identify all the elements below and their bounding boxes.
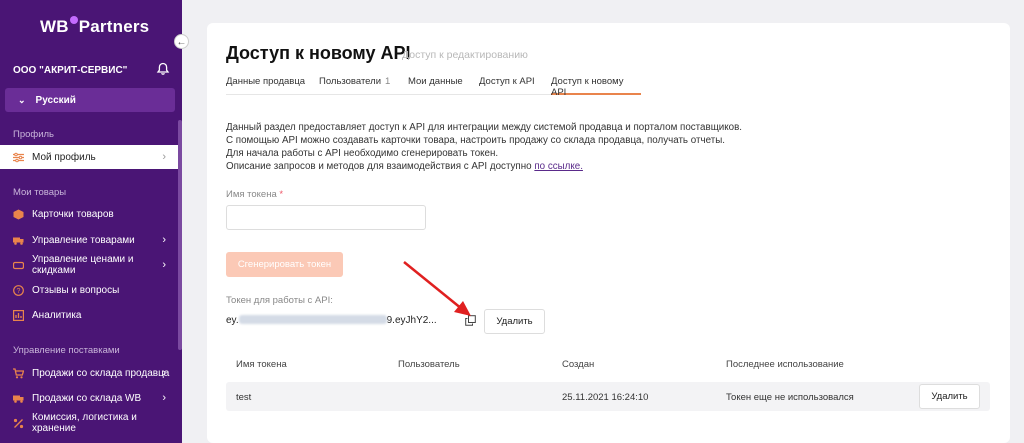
arrow-left-icon: ← [176,37,187,48]
token-blur [238,315,387,324]
copy-icon[interactable] [465,315,476,326]
sidebar-item-goods-management[interactable]: Управление товарами › [0,228,178,252]
col-user: Пользователь [398,359,460,370]
section-goods: Мои товары [13,187,67,198]
description: Данный раздел предоставляет доступ к API… [226,122,743,172]
sidebar-item-analytics[interactable]: Аналитика [0,303,178,327]
col-created: Создан [562,359,595,370]
generate-token-button[interactable]: Сгенерировать токен [226,252,343,277]
chevron-right-icon: › [162,258,166,271]
chevron-down-icon: ⌄ [18,95,26,105]
token-value: ey. 9.eyJhY2... [226,315,437,326]
sidebar-scrollbar[interactable] [178,120,182,350]
chevron-right-icon: › [162,392,166,404]
svg-text:?: ? [17,288,21,295]
table-row: test 25.11.2021 16:24:10 Токен еще не ис… [226,382,990,411]
chart-icon [13,309,24,321]
logo[interactable]: WB Partners [40,16,149,37]
collapse-sidebar-button[interactable]: ← [174,34,189,49]
language-select[interactable]: ⌄ Русский [5,88,175,112]
chevron-right-icon: › [162,367,166,379]
delete-row-button[interactable]: Удалить [919,384,980,409]
truck-icon [13,395,24,403]
chevron-right-icon: › [162,151,166,163]
box-icon [13,209,24,219]
cell-token-name: test [236,392,252,403]
tab-new-api-access[interactable]: Доступ к новому API [551,76,641,98]
token-label: Токен для работы с API: [226,295,333,306]
col-token-name: Имя токена [236,359,287,370]
sidebar-item-prices[interactable]: Управление ценами и скидками › [0,251,178,279]
tab-my-data[interactable]: Мои данные [408,76,463,95]
sidebar: WB Partners ООО "АКРИТ-СЕРВИС" ⌄ Русский П… [0,0,182,443]
sidebar-item-commission[interactable]: Комиссия, логистика и хранение [0,409,178,437]
sidebar-item-seller-sales[interactable]: Продажи со склада продавца › [0,361,178,385]
percent-icon [13,418,24,428]
chevron-right-icon: › [162,234,166,246]
cell-created: 25.11.2021 16:24:10 [562,392,649,403]
cart-icon [13,367,24,378]
sliders-icon [13,152,24,162]
tabs: Данные продавца Пользователи 1 Мои данные… [226,74,641,98]
delete-token-button[interactable]: Удалить [484,309,545,334]
section-supply: Управление поставками [13,345,120,356]
company-name: ООО "АКРИТ-СЕРВИС" [13,65,128,76]
main-card: Доступ к новому API Доступ к редактирова… [207,23,1010,443]
section-profile: Профиль [13,129,55,140]
cell-last-used: Токен еще не использовался [726,392,854,403]
truck-icon [13,237,24,245]
token-name-input[interactable] [226,205,426,230]
sidebar-item-cards[interactable]: Карточки товаров [0,202,178,226]
tab-users[interactable]: Пользователи 1 [319,76,390,95]
sidebar-item-my-profile[interactable]: Мой профиль › [0,145,178,169]
question-icon: ? [13,284,24,296]
tag-icon [13,261,24,269]
col-last-used: Последнее использование [726,359,844,370]
sidebar-item-wb-sales[interactable]: Продажи со склада WB › [0,386,178,410]
bell-icon[interactable] [156,62,170,76]
token-name-label: Имя токена * [226,189,284,200]
page-title: Доступ к новому API [226,43,411,63]
users-count: 1 [385,76,391,87]
tab-api-access[interactable]: Доступ к API [479,76,535,95]
tab-seller-data[interactable]: Данные продавца [226,76,305,95]
docs-link[interactable]: по ссылке. [534,161,583,172]
sidebar-item-reviews[interactable]: ? Отзывы и вопросы [0,278,178,302]
page-subtitle: Доступ к редактированию [402,49,528,61]
